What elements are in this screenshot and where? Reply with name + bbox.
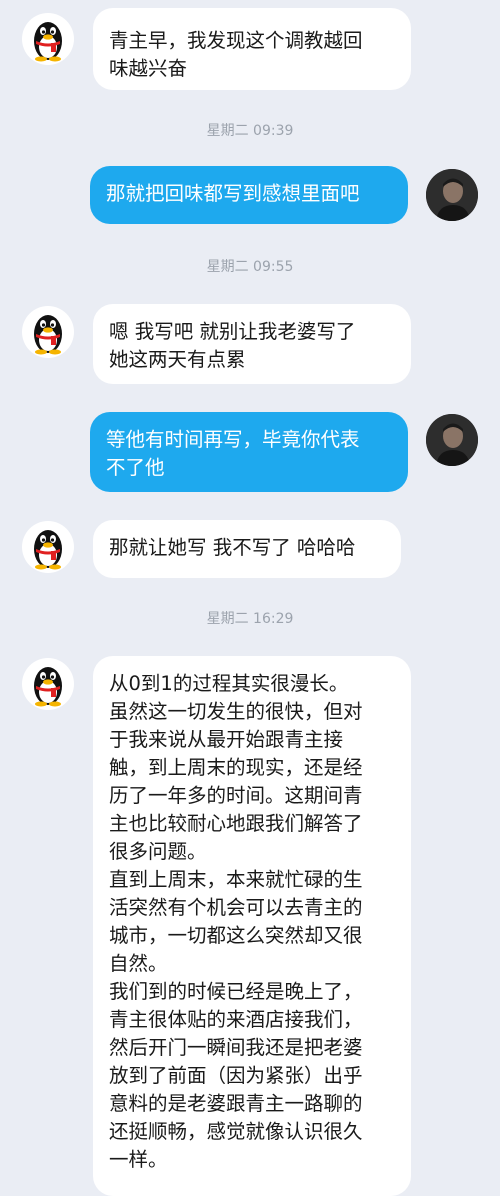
message-line: 城市，一切都这么突然却又很 [109, 924, 363, 947]
qq-penguin-icon [34, 530, 62, 570]
incoming-message[interactable]: 那就让她写 我不写了 哈哈哈 [93, 520, 401, 578]
message-line: 很多问题。 [109, 840, 207, 863]
message-line: 我们到的时候已经是晚上了， [109, 980, 363, 1003]
message-line: 然后开门一瞬间我还是把老婆 [109, 1036, 363, 1059]
qq-penguin-icon [34, 667, 62, 707]
message-line: 主也比较耐心地跟我们解答了 [109, 812, 363, 835]
message-line: 等他有时间再写，毕竟你代表 [106, 428, 360, 451]
message-line: 还挺顺畅，感觉就像认识很久 [109, 1120, 363, 1143]
message-line: 青主很体贴的来酒店接我们， [109, 1008, 363, 1031]
outgoing-message[interactable]: 等他有时间再写，毕竟你代表 不了他 [90, 412, 408, 492]
message-line: 直到上周末，本来就忙碌的生 [109, 868, 363, 891]
message-line: 活突然有个机会可以去青主的 [109, 896, 363, 919]
qq-penguin-icon [34, 315, 62, 355]
incoming-message[interactable]: 嗯 我写吧 就别让我老婆写了 她这两天有点累 [93, 304, 411, 384]
contact-avatar[interactable] [22, 13, 74, 65]
message-line: 虽然这一切发生的很快，但对 [109, 700, 363, 723]
contact-avatar[interactable] [22, 306, 74, 358]
message-line: 放到了前面（因为紧张）出乎 [109, 1064, 363, 1087]
message-line: 那就把回味都写到感想里面吧 [106, 182, 360, 205]
user-avatar[interactable] [426, 169, 478, 221]
user-photo-icon [426, 169, 478, 221]
incoming-message[interactable]: 青主早，我发现这个调教越回 味越兴奋 [93, 8, 411, 90]
message-line: 从0到1的过程其实很漫长。 [109, 672, 349, 695]
message-line: 历了一年多的时间。这期间青 [109, 784, 363, 807]
message-line: 意料的是老婆跟青主一路聊的 [109, 1092, 363, 1115]
message-line: 触，到上周末的现实，还是经 [109, 756, 363, 779]
user-avatar[interactable] [426, 414, 478, 466]
qq-penguin-icon [34, 22, 62, 62]
contact-avatar[interactable] [22, 658, 74, 710]
user-photo-icon [426, 414, 478, 466]
incoming-message[interactable]: 从0到1的过程其实很漫长。 虽然这一切发生的很快，但对 于我来说从最开始跟青主接 触，… [93, 656, 411, 1196]
message-line: 一样。 [109, 1148, 168, 1171]
message-line: 味越兴奋 [109, 57, 188, 80]
contact-avatar[interactable] [22, 521, 74, 573]
message-line: 那就让她写 我不写了 哈哈哈 [109, 536, 356, 559]
timestamp: 星期二 09:39 [206, 123, 294, 139]
timestamp: 星期二 09:55 [206, 259, 294, 275]
message-line: 青主早，我发现这个调教越回 [109, 29, 363, 52]
message-line: 不了他 [106, 456, 165, 479]
timestamp: 星期二 16:29 [206, 611, 294, 627]
message-line: 她这两天有点累 [109, 348, 246, 371]
outgoing-message[interactable]: 那就把回味都写到感想里面吧 [90, 166, 408, 224]
message-line: 嗯 我写吧 就别让我老婆写了 [109, 320, 356, 343]
message-line: 于我来说从最开始跟青主接 [109, 728, 344, 751]
message-line: 自然。 [109, 952, 168, 975]
